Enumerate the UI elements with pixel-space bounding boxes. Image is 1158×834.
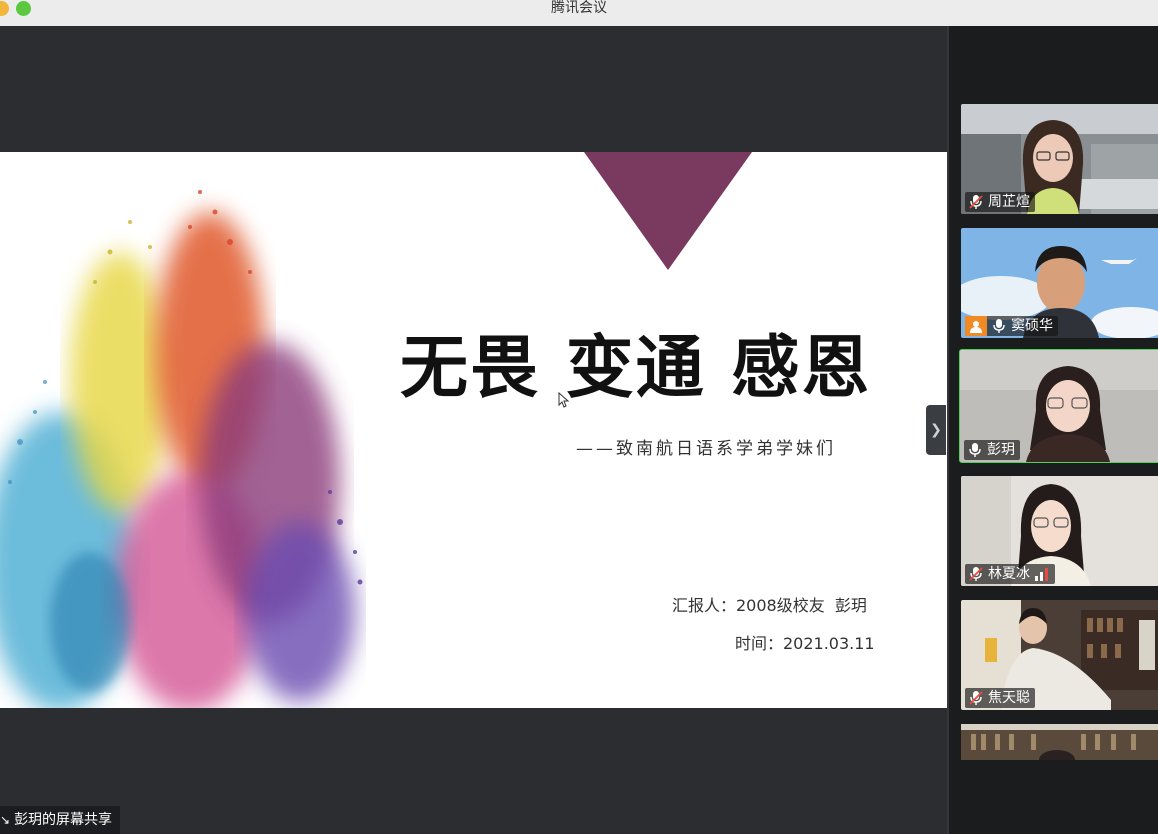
- chevron-down-icon: ↘: [0, 813, 11, 827]
- participant-name: 林夏冰: [988, 566, 1030, 582]
- participant-tile[interactable]: 窦硕华: [961, 228, 1158, 338]
- participant-name-tag: 焦天聪: [965, 688, 1035, 708]
- screen-share-label: 彭玥的屏幕共享: [14, 812, 113, 828]
- participant-name: 焦天聪: [988, 690, 1030, 706]
- slide-subtitle: ——致南航日语系学弟学妹们: [576, 439, 836, 459]
- participant-name-tag: 林夏冰: [965, 564, 1055, 584]
- participant-tile[interactable]: 焦天聪: [961, 600, 1158, 710]
- mic-icon: [969, 443, 981, 457]
- participant-name-tag: 彭玥: [964, 440, 1020, 460]
- participant-video-sidebar: 周芷煊 窦硕华 彭玥 林夏冰 焦天聪: [947, 26, 1158, 834]
- mic-icon: [993, 319, 1005, 333]
- participant-video: [961, 724, 1158, 760]
- participant-tile-partial[interactable]: [961, 724, 1158, 760]
- presentation-slide: 无畏 变通 感恩 ——致南航日语系学弟学妹们 汇报人：2008级校友 彭玥 时间…: [0, 152, 947, 708]
- participant-name: 周芷煊: [988, 194, 1030, 210]
- network-signal-icon: [1035, 568, 1048, 581]
- host-badge-icon: [965, 316, 987, 336]
- chevron-right-icon: ❯: [930, 422, 942, 438]
- decorative-triangle: [584, 152, 752, 270]
- mic-muted-icon: [969, 195, 983, 209]
- shared-screen-area: 无畏 变通 感恩 ——致南航日语系学弟学妹们 汇报人：2008级校友 彭玥 时间…: [0, 26, 947, 834]
- participant-name-tag: 窦硕华: [965, 316, 1058, 336]
- screen-share-badge[interactable]: ↘ 彭玥的屏幕共享: [0, 806, 121, 834]
- slide-reporter: 汇报人：2008级校友 彭玥: [672, 596, 867, 615]
- window-titlebar: 腾讯会议: [0, 0, 1158, 26]
- slide-headline: 无畏 变通 感恩: [400, 329, 872, 408]
- participant-tile[interactable]: 林夏冰: [961, 476, 1158, 586]
- mic-muted-icon: [969, 691, 983, 705]
- mic-muted-icon: [969, 567, 983, 581]
- participant-tile-active[interactable]: 彭玥: [959, 349, 1158, 463]
- window-title: 腾讯会议: [551, 0, 607, 16]
- participant-name: 窦硕华: [1011, 318, 1053, 334]
- collapse-sidebar-button[interactable]: ❯: [926, 405, 946, 455]
- participant-tile[interactable]: 周芷煊: [961, 104, 1158, 214]
- slide-date: 时间：2021.03.11: [735, 634, 875, 653]
- mouse-pointer-icon: [558, 392, 570, 408]
- participant-name-tag: 周芷煊: [965, 192, 1035, 212]
- participant-name: 彭玥: [987, 442, 1015, 458]
